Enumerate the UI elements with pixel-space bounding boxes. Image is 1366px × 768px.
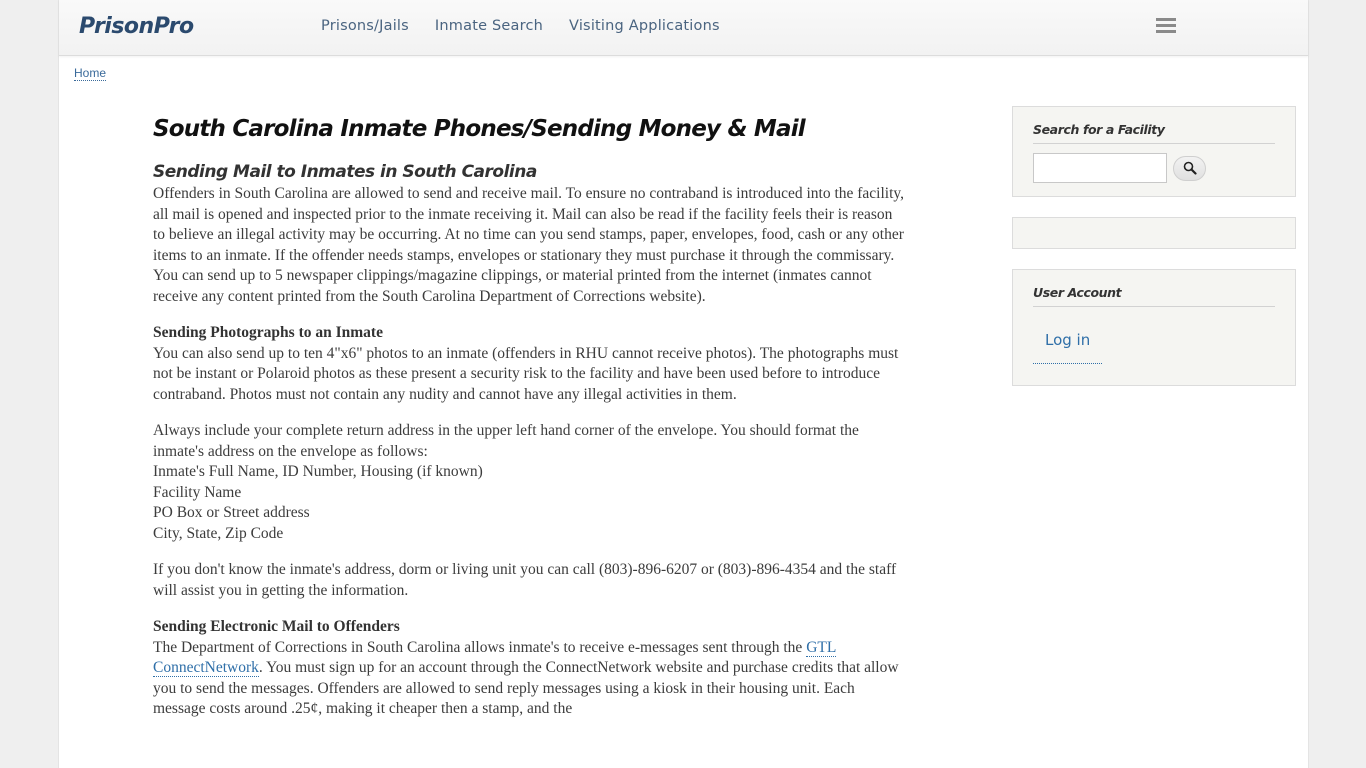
menu-bar [1156, 24, 1176, 27]
sidebar: Search for a Facility User Account Log i… [1012, 106, 1296, 406]
search-icon [1183, 161, 1197, 175]
facility-search-input[interactable] [1033, 153, 1167, 183]
email-text-after: . You must sign up for an account throug… [153, 659, 899, 717]
address-line: Facility Name [153, 483, 242, 501]
email-heading: Sending Electronic Mail to Offenders [153, 618, 400, 635]
section-title: Sending Mail to Inmates in South Carolin… [153, 162, 537, 182]
site-header: PrisonPro Prisons/Jails Inmate Search Vi… [59, 0, 1308, 56]
main-content: South Carolina Inmate Phones/Sending Mon… [153, 116, 908, 736]
nav-inmate-search[interactable]: Inmate Search [435, 18, 543, 34]
hamburger-menu-icon[interactable] [1156, 18, 1176, 35]
address-line: Inmate's Full Name, ID Number, Housing (… [153, 463, 483, 480]
search-row [1033, 153, 1275, 183]
menu-bar [1156, 18, 1176, 21]
breadcrumb-home[interactable]: Home [74, 66, 107, 81]
site-logo[interactable]: PrisonPro [79, 14, 194, 39]
page-container: PrisonPro Prisons/Jails Inmate Search Vi… [58, 0, 1309, 768]
photos-text: You can also send up to ten 4"x6" photos… [153, 344, 899, 403]
empty-sidebar-block [1012, 217, 1296, 249]
facility-search-title: Search for a Facility [1033, 122, 1275, 144]
search-button[interactable] [1173, 155, 1206, 181]
nav-visiting-applications[interactable]: Visiting Applications [569, 18, 720, 34]
email-section: Sending Electronic Mail to Offenders The… [153, 617, 908, 720]
page-title: South Carolina Inmate Phones/Sending Mon… [153, 116, 806, 142]
address-intro: Always include your complete return addr… [153, 422, 859, 460]
facility-search-block: Search for a Facility [1012, 106, 1296, 197]
nav-prisons-jails[interactable]: Prisons/Jails [321, 18, 409, 34]
menu-bar [1156, 30, 1176, 33]
address-section: Always include your complete return addr… [153, 421, 908, 544]
email-text-before: The Department of Corrections in South C… [153, 638, 807, 656]
user-account-block: User Account Log in [1012, 269, 1296, 386]
login-link[interactable]: Log in [1033, 331, 1103, 364]
photos-heading: Sending Photographs to an Inmate [153, 324, 383, 341]
user-account-title: User Account [1033, 285, 1275, 307]
breadcrumb: Home [74, 66, 107, 81]
mail-rules-paragraph: Offenders in South Carolina are allowed … [153, 185, 905, 305]
phone-paragraph: If you don't know the inmate's address, … [153, 561, 897, 599]
address-line: PO Box or Street address [153, 504, 310, 521]
photos-section: Sending Photographs to an Inmate You can… [153, 323, 908, 405]
main-nav: Prisons/Jails Inmate Search Visiting App… [321, 18, 720, 34]
address-line: City, State, Zip Code [153, 524, 284, 542]
